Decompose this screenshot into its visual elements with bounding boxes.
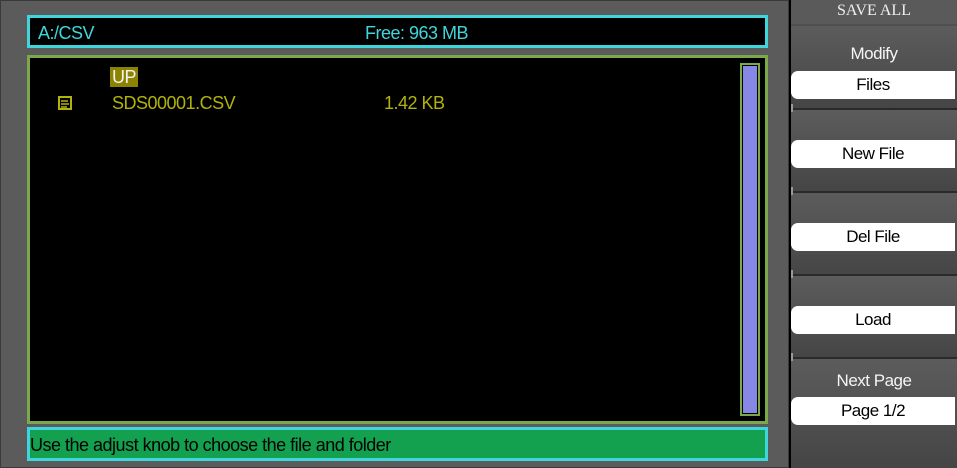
softkey-del-file[interactable]: Del File bbox=[791, 193, 957, 276]
free-space-label: Free: 963 MB bbox=[365, 23, 469, 43]
file-size: 1.42 KB bbox=[384, 93, 445, 113]
softkey-new-file[interactable]: New File bbox=[791, 110, 957, 193]
softkey-modify-value: Files bbox=[791, 71, 955, 99]
softkey-load-label: Load bbox=[791, 306, 955, 334]
current-path: A:/CSV bbox=[38, 23, 95, 43]
scrollbar[interactable] bbox=[740, 63, 760, 416]
softkey-edge-marker bbox=[791, 270, 793, 278]
softkey-load[interactable]: Load bbox=[791, 276, 957, 359]
file-browser: UP SDS00001.CSV 1.42 KB bbox=[27, 55, 768, 424]
softkey-edge-marker bbox=[791, 353, 793, 361]
softkey-new-file-label: New File bbox=[791, 140, 955, 168]
file-manager-panel: A:/CSV Free: 963 MB UP SDS00001.CSV 1.42… bbox=[0, 0, 789, 468]
softkey-next-page[interactable]: Next Page Page 1/2 bbox=[791, 359, 957, 468]
softkey-modify-title: Modify bbox=[850, 44, 898, 63]
softkey-next-page-value: Page 1/2 bbox=[791, 397, 955, 425]
file-list-item[interactable]: SDS00001.CSV 1.42 KB bbox=[58, 92, 658, 114]
file-icon bbox=[58, 96, 72, 110]
status-bar: Use the adjust knob to choose the file a… bbox=[27, 427, 768, 461]
file-name: SDS00001.CSV bbox=[112, 93, 236, 113]
path-bar: A:/CSV Free: 963 MB bbox=[27, 15, 768, 48]
oscilloscope-screen: A:/CSV Free: 963 MB UP SDS00001.CSV 1.42… bbox=[0, 0, 957, 468]
softkey-edge-marker bbox=[791, 104, 793, 112]
scrollbar-thumb[interactable] bbox=[743, 66, 757, 413]
up-directory-item[interactable]: UP bbox=[110, 66, 139, 88]
status-message: Use the adjust knob to choose the file a… bbox=[30, 435, 391, 455]
softkey-edge-marker bbox=[791, 187, 793, 195]
softkey-next-page-title: Next Page bbox=[836, 371, 912, 390]
menu-title: SAVE ALL bbox=[791, 0, 957, 24]
softkey-del-file-label: Del File bbox=[791, 223, 955, 251]
softkey-menu: SAVE ALL Modify Files New File Del File … bbox=[791, 0, 957, 468]
up-directory-label: UP bbox=[110, 67, 139, 87]
softkey-modify[interactable]: Modify Files bbox=[791, 26, 957, 109]
file-list: UP SDS00001.CSV 1.42 KB bbox=[30, 58, 730, 421]
